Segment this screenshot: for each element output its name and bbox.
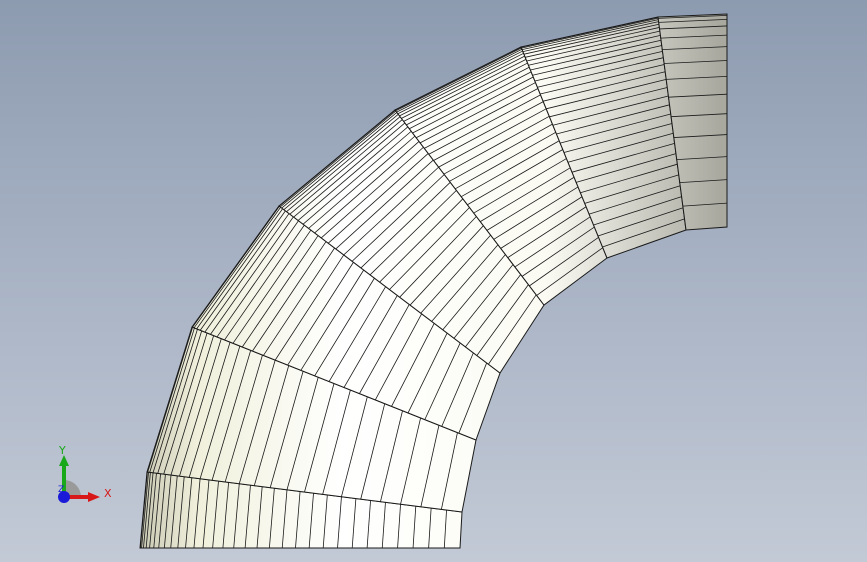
y-axis-label: Y [59, 444, 66, 457]
elbow-pipe-model[interactable] [0, 0, 867, 562]
coordinate-triad: X Y Z [50, 440, 120, 510]
x-axis-arrow-head [88, 492, 100, 502]
graphics-viewport[interactable]: X Y Z [0, 0, 867, 562]
z-axis-label: Z [58, 485, 65, 495]
x-axis-label: X [104, 487, 112, 500]
